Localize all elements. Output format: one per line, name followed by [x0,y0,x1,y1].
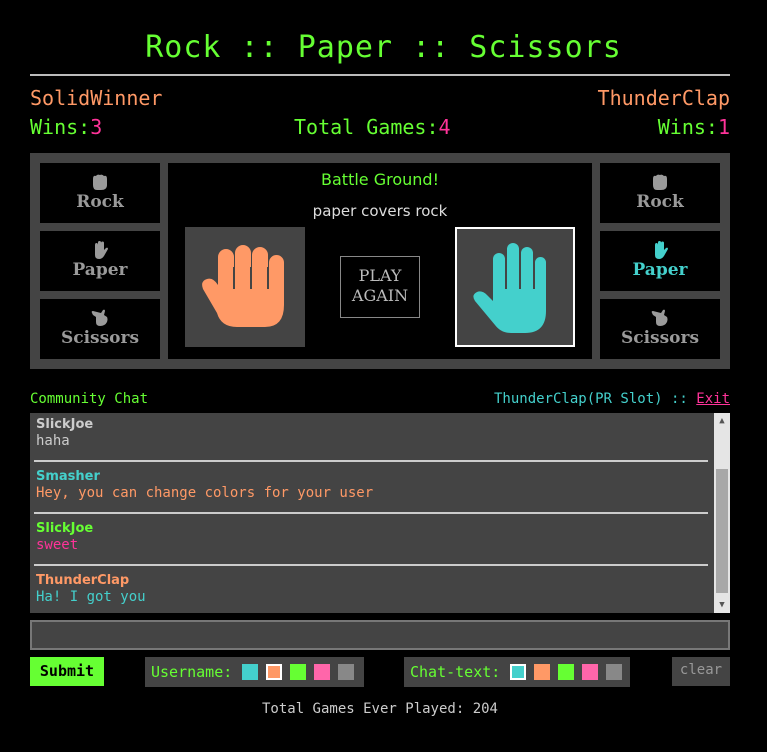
right-choice-paper[interactable]: Paper [600,231,720,291]
right-choice-paper-label: Paper [632,260,688,280]
chat-user-label: ThunderClap(PR Slot) :: [493,391,697,407]
chat-log[interactable]: SlickJoe haha Smasher Hey, you can chang… [30,413,730,613]
chat-input[interactable] [30,620,730,650]
right-choice-rock[interactable]: Rock [600,163,720,223]
chat-message-text: Hey, you can change colors for your user [36,485,374,501]
chat-message-user: SlickJoe [36,417,94,432]
username-color-swatch-green[interactable] [290,664,306,680]
player1-name: SolidWinner [30,86,163,110]
chat-message: ThunderClap Ha! I got you [36,573,708,605]
scissors-hand-icon [651,309,668,326]
left-choice-scissors[interactable]: Scissors [40,299,160,359]
play-again-button[interactable]: PLAY AGAIN [340,256,420,318]
chat-message: SlickJoe haha [36,417,708,449]
open-hand-icon [655,241,668,259]
left-choice-paper-label: Paper [72,260,128,280]
chat-user-info: ThunderClap(PR Slot) :: Exit [494,391,730,407]
chattext-color-swatch-green[interactable] [558,664,574,680]
submit-button[interactable]: Submit [30,657,104,686]
play-again-line1: PLAY [358,266,402,285]
open-hand-icon [473,243,546,333]
player2-hand [455,227,575,347]
player2-wins-count: 1 [717,115,730,139]
fist-icon [653,174,667,190]
chat-divider [34,460,708,462]
exit-link[interactable]: Exit [696,391,730,407]
chat-message-user: Smasher [36,469,100,484]
player2-wins-label: Wins: [657,115,718,139]
fist-icon [93,174,107,190]
left-choice-rock[interactable]: Rock [40,163,160,223]
right-choice-scissors[interactable]: Scissors [600,299,720,359]
username-color-label: Username: [151,663,233,681]
clear-button[interactable]: clear [672,657,730,686]
player1-wins-label: Wins: [30,115,91,139]
chat-message-user: SlickJoe [36,521,94,536]
chattext-color-swatch-gray[interactable] [606,664,622,680]
right-choice-rock-label: Rock [636,192,684,212]
total-games: Total Games:4 [294,115,451,139]
scroll-up-arrow-icon[interactable]: ▲ [714,416,730,426]
player1-wins-count: 3 [90,115,103,139]
title-divider [30,74,730,76]
page-title: Rock :: Paper :: Scissors [145,30,622,65]
username-color-swatch-teal[interactable] [242,664,258,680]
username-color-swatch-pink[interactable] [314,664,330,680]
chat-message: SlickJoe sweet [36,521,708,553]
chat-scrollbar[interactable]: ▲ ▼ [714,413,730,613]
open-hand-icon [95,241,108,259]
username-color-picker: Username: [145,657,364,687]
chat-message-user: ThunderClap [36,573,130,588]
player1-wins: Wins:3 [30,115,102,139]
scrollbar-thumb[interactable] [716,469,728,593]
chat-divider [34,564,708,566]
play-again-line2: AGAIN [351,286,409,305]
left-choice-rock-label: Rock [76,192,124,212]
battle-ground-title: Battle Ground! [321,170,439,189]
username-color-swatch-orange[interactable] [266,664,282,680]
scroll-down-arrow-icon[interactable]: ▼ [714,600,730,610]
chattext-color-label: Chat-text: [410,663,501,681]
chat-message: Smasher Hey, you can change colors for y… [36,469,708,501]
total-games-ever: Total Games Ever Played: 204 [261,701,498,717]
chattext-color-swatch-teal[interactable] [510,664,526,680]
player1-hand [185,227,305,347]
right-choice-scissors-label: Scissors [620,328,700,348]
chattext-color-picker: Chat-text: [404,657,630,687]
chat-divider [34,512,708,514]
chat-message-text: haha [36,433,70,449]
fist-icon [202,245,284,327]
chat-message-text: sweet [36,537,79,553]
chat-message-text: Ha! I got you [36,589,146,605]
battle-result: paper covers rock [312,202,448,220]
player2-name: ThunderClap [597,86,730,110]
total-games-count: 4 [438,115,451,139]
total-games-label: Total Games: [294,115,439,139]
username-color-swatch-gray[interactable] [338,664,354,680]
battle-ground: Battle Ground! paper covers rock PLAY AG… [168,163,592,359]
left-choice-paper[interactable]: Paper [40,231,160,291]
scissors-hand-icon [91,309,108,326]
player2-wins: Wins:1 [658,115,730,139]
chat-title: Community Chat [30,391,149,407]
left-choice-scissors-label: Scissors [60,328,140,348]
chattext-color-swatch-orange[interactable] [534,664,550,680]
game-arena: Rock Paper Scissors Battle Ground! paper… [30,153,730,369]
chattext-color-swatch-pink[interactable] [582,664,598,680]
